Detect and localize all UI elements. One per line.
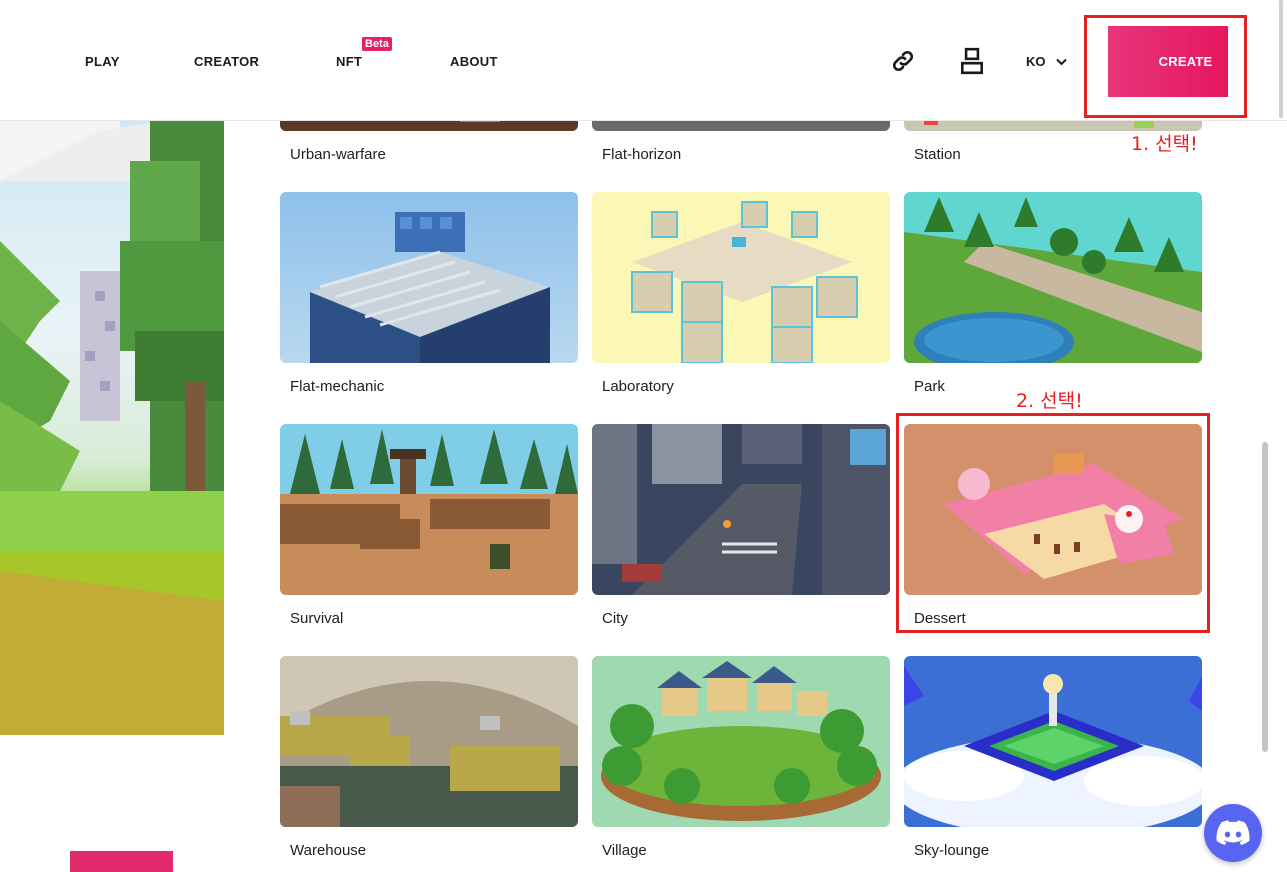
nav-nft[interactable]: NFT xyxy=(336,54,362,69)
template-card-sky-lounge[interactable]: Sky-lounge xyxy=(904,656,1202,859)
discord-button[interactable] xyxy=(1204,804,1262,862)
template-label: Flat-mechanic xyxy=(290,378,385,395)
template-card-village[interactable]: Village xyxy=(592,656,890,859)
template-label: Survival xyxy=(290,610,344,627)
template-gallery[interactable]: Urban-warfare Flat-horizon Station Flat-… xyxy=(224,121,1287,872)
template-card-urban-warfare[interactable]: Urban-warfare xyxy=(280,121,578,163)
template-label: City xyxy=(602,610,628,627)
template-thumbnail xyxy=(904,192,1202,363)
chevron-down-icon xyxy=(1055,58,1067,65)
template-label: Sky-lounge xyxy=(914,842,990,859)
template-thumbnail xyxy=(592,192,890,363)
beta-badge: Beta xyxy=(362,37,392,51)
template-label: Warehouse xyxy=(290,842,367,859)
template-card-laboratory[interactable]: Laboratory xyxy=(592,192,890,395)
template-thumbnail xyxy=(280,424,578,595)
annotation-step1: 1. 선택! xyxy=(1131,133,1198,155)
template-label: Park xyxy=(914,378,945,395)
template-thumbnail xyxy=(592,656,890,827)
template-label: Dessert xyxy=(914,610,966,627)
nav-about[interactable]: ABOUT xyxy=(450,54,498,69)
template-card-warehouse[interactable]: Warehouse xyxy=(280,656,578,859)
template-card-flat-mechanic[interactable]: Flat-mechanic xyxy=(280,192,578,395)
app-root: Urban-warfare Flat-horizon Station Flat-… xyxy=(0,0,1287,872)
template-thumbnail xyxy=(592,424,890,595)
discord-icon xyxy=(1216,820,1250,845)
template-thumbnail xyxy=(904,424,1202,595)
pink-tab-decoration xyxy=(70,851,173,872)
create-button[interactable]: CREATE xyxy=(1108,26,1228,97)
template-label: Village xyxy=(602,842,647,859)
scrollbar-thumb[interactable] xyxy=(1262,442,1268,752)
template-thumbnail xyxy=(280,192,578,363)
page-scrollbar[interactable] xyxy=(1279,0,1283,118)
template-label: Urban-warfare xyxy=(290,146,386,163)
user-icon[interactable] xyxy=(957,46,987,76)
template-thumbnail xyxy=(280,656,578,827)
template-label: Flat-horizon xyxy=(602,146,682,163)
top-navigation: PLAY CREATOR NFT Beta ABOUT KO CREATE xyxy=(0,0,1287,121)
annotation-step2: 2. 선택! xyxy=(1016,390,1083,412)
nav-creator[interactable]: CREATOR xyxy=(194,54,259,69)
template-card-park[interactable]: Park xyxy=(904,192,1202,395)
link-icon[interactable] xyxy=(888,46,918,76)
template-label: Laboratory xyxy=(602,378,674,395)
template-label: Station xyxy=(914,146,961,163)
template-thumbnail xyxy=(904,656,1202,827)
background-scene-image xyxy=(0,121,224,735)
template-card-city[interactable]: City xyxy=(592,424,890,627)
template-card-dessert[interactable]: Dessert xyxy=(904,424,1202,627)
language-value: KO xyxy=(1026,54,1046,69)
nav-play[interactable]: PLAY xyxy=(85,54,120,69)
language-selector[interactable]: KO xyxy=(1026,54,1067,69)
template-card-survival[interactable]: Survival xyxy=(280,424,578,627)
template-thumbnail xyxy=(280,121,578,131)
template-thumbnail xyxy=(592,121,890,131)
template-card-flat-horizon[interactable]: Flat-horizon xyxy=(592,121,890,163)
